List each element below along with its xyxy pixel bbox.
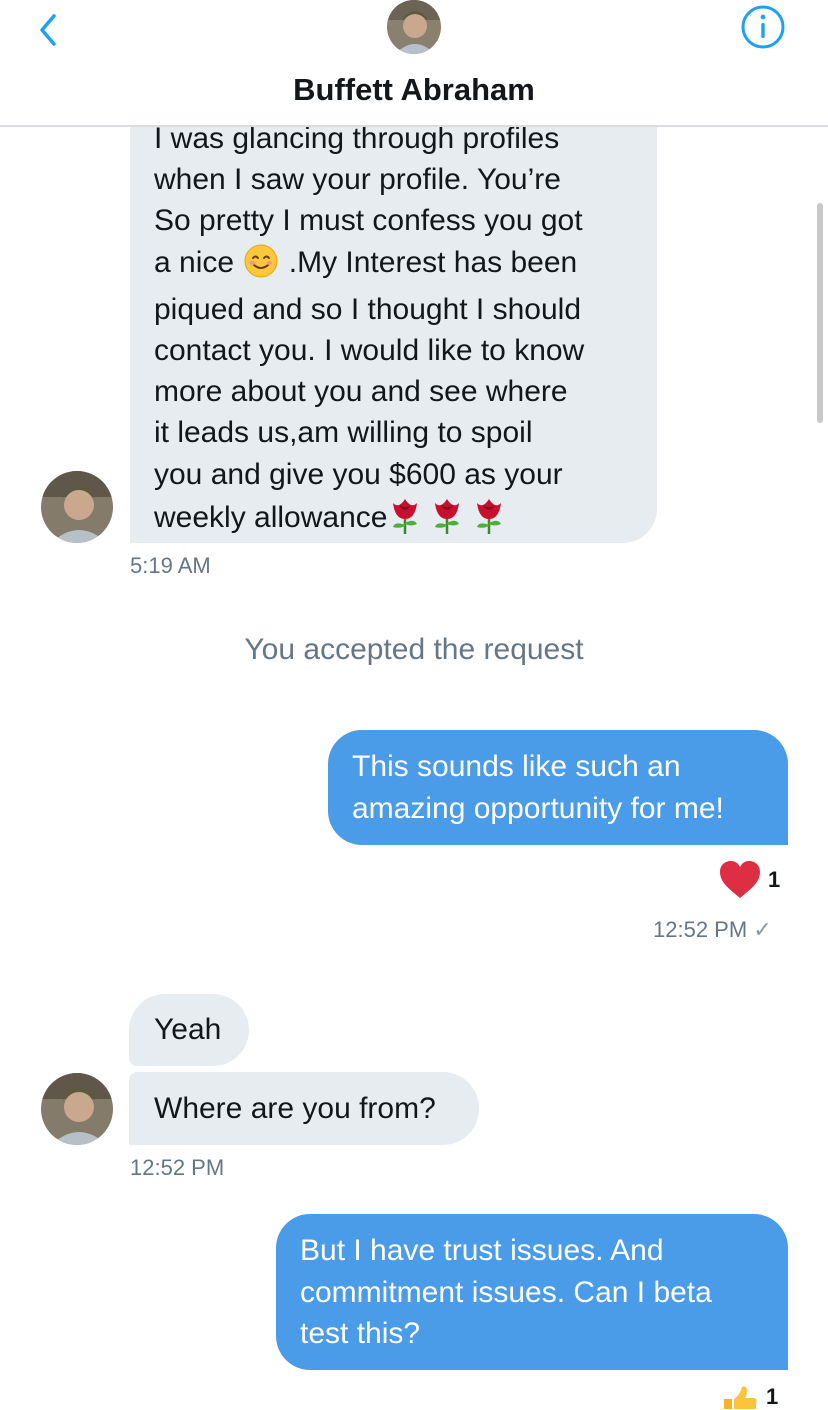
message-line: weekly allowance bbox=[154, 495, 634, 546]
message-line: you and give you $600 as your bbox=[154, 457, 563, 491]
message-reaction[interactable]: 1 bbox=[720, 1384, 778, 1410]
scrollbar[interactable] bbox=[817, 203, 823, 423]
rose-emoji-icon bbox=[387, 495, 423, 546]
message-timestamp: 12:52 PM bbox=[653, 917, 748, 942]
sender-avatar[interactable] bbox=[41, 1073, 113, 1145]
message-line: more about you and see where bbox=[154, 375, 568, 409]
contact-name[interactable]: Buffett Abraham bbox=[0, 72, 828, 108]
message-text: I was glancing through profiles when I s… bbox=[154, 118, 634, 546]
thumbs-up-icon bbox=[724, 1386, 757, 1409]
message-line: commitment issues. Can I beta bbox=[300, 1275, 712, 1309]
message-line: it leads us,am willing to spoil bbox=[154, 416, 533, 450]
message-timestamp: 12:52 PM bbox=[130, 1155, 225, 1180]
conversation-header: Buffett Abraham bbox=[0, 0, 828, 127]
outgoing-message-bubble[interactable]: But I have trust issues. And commitment … bbox=[276, 1214, 788, 1370]
message-line: a nice .My Interest has been bbox=[154, 242, 634, 289]
message-text: Where are you from? bbox=[154, 1092, 436, 1125]
reaction-count: 1 bbox=[766, 1384, 779, 1409]
conversation-info-button[interactable] bbox=[740, 4, 786, 50]
heart-icon bbox=[720, 861, 760, 898]
message-line: amazing opportunity for me! bbox=[352, 791, 724, 825]
reaction-count: 1 bbox=[768, 867, 781, 892]
outgoing-message-bubble[interactable]: This sounds like such an amazing opportu… bbox=[328, 730, 788, 845]
incoming-message-bubble[interactable]: Yeah bbox=[129, 994, 249, 1066]
message-line: This sounds like such an bbox=[352, 750, 681, 783]
message-line: test this? bbox=[300, 1317, 421, 1350]
message-line: piqued and so I thought I should bbox=[154, 292, 582, 326]
message-line: contact you. I would like to know bbox=[154, 334, 585, 368]
message-line: But I have trust issues. And bbox=[300, 1234, 664, 1267]
rose-emoji-icon bbox=[471, 495, 507, 546]
message-fragment: a nice bbox=[154, 245, 235, 279]
chevron-left-icon bbox=[40, 14, 56, 46]
message-timestamp: 5:19 AM bbox=[130, 553, 211, 578]
incoming-message-bubble[interactable]: I was glancing through profiles when I s… bbox=[130, 112, 657, 543]
message-fragment: weekly allowance bbox=[154, 500, 388, 534]
incoming-message-bubble[interactable]: Where are you from? bbox=[129, 1072, 479, 1145]
smiling-face-emoji-icon bbox=[244, 244, 278, 289]
message-text: Yeah bbox=[154, 1013, 222, 1046]
message-line: when I saw your profile. You’re bbox=[154, 163, 561, 197]
contact-avatar[interactable] bbox=[387, 0, 441, 54]
rose-emoji-icon bbox=[429, 495, 465, 546]
system-notice: You accepted the request bbox=[244, 633, 584, 666]
back-button[interactable] bbox=[30, 8, 70, 48]
read-receipt-icon: ✓ bbox=[753, 917, 772, 942]
message-fragment: .My Interest has been bbox=[288, 245, 578, 279]
message-text: But I have trust issues. And commitment … bbox=[300, 1230, 712, 1355]
message-timestamp-row: 12:52 PM ✓ bbox=[653, 917, 772, 943]
info-icon bbox=[741, 5, 785, 49]
message-line: So pretty I must confess you got bbox=[154, 204, 583, 238]
message-text: This sounds like such an amazing opportu… bbox=[352, 746, 724, 829]
message-reaction[interactable]: 1 bbox=[718, 860, 780, 900]
sender-avatar[interactable] bbox=[41, 471, 113, 543]
